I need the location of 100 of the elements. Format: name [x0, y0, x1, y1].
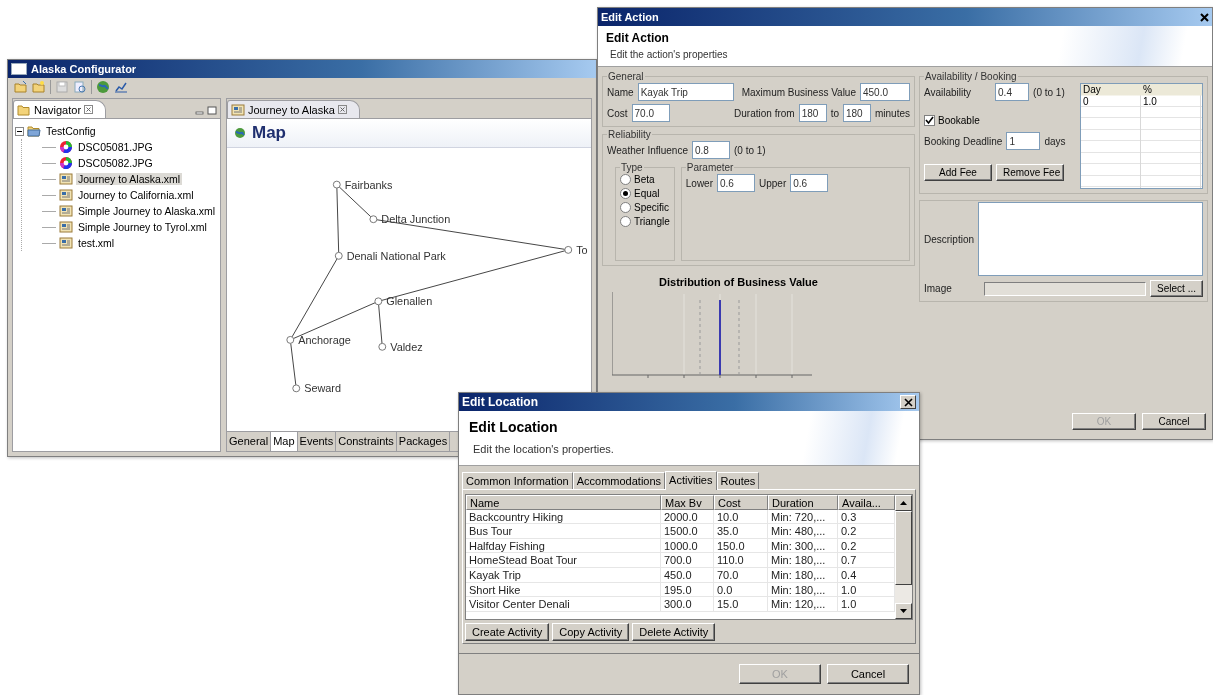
location-node-icon[interactable] — [378, 342, 387, 351]
radio-label[interactable]: Beta — [634, 174, 655, 185]
scrollbar-thumb[interactable] — [895, 511, 912, 585]
folder-icon — [17, 102, 31, 117]
location-node-icon[interactable] — [292, 384, 301, 393]
location-node-icon[interactable] — [334, 251, 343, 260]
input-field[interactable]: 70.0 — [631, 104, 670, 122]
tree-item[interactable]: Simple Journey to Alaska.xml — [76, 205, 218, 217]
radio-button[interactable] — [620, 202, 631, 213]
column-header: Day — [1082, 84, 1102, 96]
tree-item[interactable]: test.xml — [76, 237, 117, 249]
input-field[interactable]: 180 — [843, 104, 871, 122]
table-cell: Min: 300,... — [768, 538, 838, 554]
folder-icon[interactable] — [32, 80, 46, 94]
radio-button[interactable] — [620, 174, 631, 185]
radio-label[interactable]: Specific — [634, 202, 669, 213]
action-button[interactable]: Copy Activity — [552, 623, 630, 641]
image-field[interactable] — [983, 281, 1147, 296]
page-tab[interactable]: Constraints — [336, 432, 397, 451]
tab[interactable]: Activities — [665, 471, 717, 490]
tab[interactable]: Common Information — [462, 472, 573, 489]
table-cell: Kayak Trip — [466, 567, 661, 583]
table-cell: Min: 180,... — [768, 567, 838, 583]
scroll-up-button[interactable] — [895, 495, 912, 511]
document-icon — [59, 220, 73, 234]
color-wheel-icon — [59, 140, 73, 154]
table-cell: 1500.0 — [661, 524, 714, 539]
tab[interactable]: Accommodations — [572, 472, 666, 489]
action-button[interactable]: Create Activity — [465, 623, 550, 641]
tree-item[interactable]: Journey to Alaska.xml — [76, 173, 183, 185]
location-node-icon[interactable] — [332, 180, 341, 189]
maximize-icon[interactable] — [207, 106, 217, 115]
dialog-button[interactable]: Cancel — [1142, 413, 1206, 430]
page-tab[interactable]: Packages — [396, 432, 451, 451]
fee-button[interactable]: Remove Fee — [996, 164, 1064, 181]
checkbox[interactable]: Bookable — [924, 115, 1076, 126]
location-label: Glenallen — [386, 295, 433, 308]
close-icon[interactable] — [1200, 12, 1209, 22]
tab[interactable]: Routes — [716, 472, 760, 489]
location-node-icon[interactable] — [374, 297, 383, 306]
location-node-icon[interactable] — [564, 245, 573, 254]
field-label: days — [1044, 135, 1066, 147]
page-tab[interactable]: Map — [271, 432, 298, 451]
minimize-icon[interactable] — [195, 109, 204, 118]
description-field[interactable] — [978, 202, 1203, 276]
location-node-icon[interactable] — [286, 335, 295, 344]
input-field[interactable]: 0.4 — [995, 83, 1030, 101]
fee-button[interactable]: Add Fee — [924, 164, 992, 181]
down-arrow-icon — [900, 609, 907, 613]
radio-button[interactable] — [620, 188, 631, 199]
table-cell: Backcountry Hiking — [466, 509, 661, 525]
tree-item[interactable]: DSC05081.JPG — [76, 141, 155, 153]
location-label: Valdez — [390, 340, 423, 353]
input-field[interactable]: 0.8 — [692, 141, 730, 159]
table-cell: 450.0 — [661, 567, 714, 583]
input-field[interactable]: 450.0 — [860, 83, 910, 101]
input-field[interactable]: 180 — [798, 104, 827, 122]
route-line — [290, 342, 297, 386]
table-cell-text: 0 — [1082, 95, 1090, 107]
tree-item[interactable]: Journey to California.xml — [76, 189, 196, 201]
dialog-button[interactable]: Cancel — [827, 664, 909, 684]
scrollbar[interactable] — [895, 495, 912, 619]
collapse-icon[interactable] — [15, 126, 24, 136]
input-field[interactable]: 1 — [1006, 132, 1041, 150]
column-header[interactable]: Name — [466, 495, 661, 510]
field-label: Availability — [924, 86, 972, 98]
input-field[interactable]: 0.6 — [717, 174, 755, 192]
column-header[interactable]: Max Bv — [661, 495, 714, 510]
page-tab[interactable]: General — [227, 432, 272, 451]
table-cell: 700.0 — [661, 553, 714, 568]
radio-label[interactable]: Triangle — [634, 216, 670, 227]
close-icon[interactable] — [84, 105, 94, 114]
location-label: Denali National Park — [346, 249, 446, 262]
input-field[interactable]: Kayak Trip — [637, 83, 734, 101]
field-label: Name — [607, 86, 634, 98]
tree-item[interactable]: DSC05082.JPG — [76, 157, 155, 169]
page-tab[interactable]: Events — [297, 432, 337, 451]
close-button[interactable] — [900, 395, 916, 409]
print-preview-icon[interactable] — [73, 80, 87, 94]
chart-icon[interactable] — [114, 80, 128, 94]
tree-item[interactable]: Simple Journey to Tyrol.xml — [76, 221, 209, 233]
scroll-down-button[interactable] — [895, 603, 912, 619]
table-cell: Min: 180,... — [768, 582, 838, 598]
route-line — [378, 304, 383, 344]
column-header[interactable]: Cost — [714, 495, 768, 510]
column-header[interactable]: Duration — [768, 495, 838, 510]
document-icon — [59, 236, 73, 250]
color-wheel-icon — [59, 156, 73, 170]
radio-label[interactable]: Equal — [634, 188, 660, 199]
window-icon — [11, 63, 27, 75]
action-button[interactable]: Delete Activity — [632, 623, 716, 641]
view-tab[interactable]: Navigator — [13, 100, 107, 118]
column-header[interactable]: Availa... — [838, 495, 895, 510]
tree-item[interactable]: TestConfig — [44, 125, 98, 137]
editor-tab[interactable]: Journey to Alaska — [227, 100, 360, 118]
globe-icon[interactable] — [96, 80, 110, 94]
input-field[interactable]: 0.6 — [790, 174, 829, 192]
select-button[interactable]: Select ... — [1150, 280, 1203, 297]
radio-button[interactable] — [620, 216, 631, 227]
location-node-icon[interactable] — [369, 215, 378, 224]
